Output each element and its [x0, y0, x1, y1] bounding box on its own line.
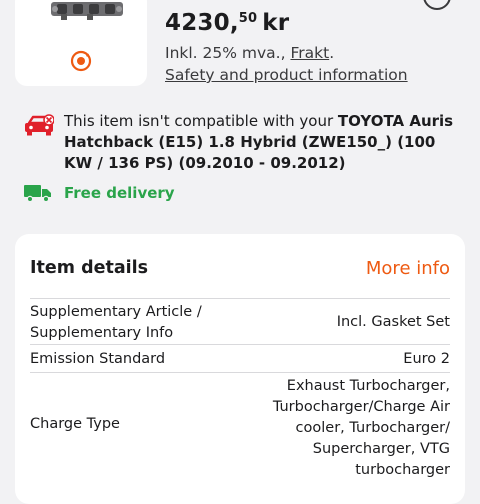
price-currency: kr: [262, 10, 290, 36]
vat-text: Inkl. 25% mva.,: [165, 44, 291, 62]
delivery-truck-icon: [24, 185, 51, 202]
safety-info-link[interactable]: Safety and product information: [165, 66, 408, 84]
detail-row: Supplementary Article / Supplementary In…: [30, 302, 450, 344]
divider: [30, 344, 450, 345]
detail-value: Incl. Gasket Set: [336, 314, 450, 330]
vat-info: Inkl. 25% mva., Frakt.: [165, 44, 334, 62]
more-info-link[interactable]: More info: [366, 258, 450, 279]
compat-vehicle: TOYOTA Auris: [337, 112, 454, 130]
item-details-title: Item details: [30, 258, 149, 278]
incompatible-car-icon: [25, 114, 54, 136]
detail-label: Supplementary Article / Supplementary In…: [30, 304, 202, 341]
compat-vehicle-details: Hatchback (E15) 1.8 Hybrid (ZWE150_) (10…: [64, 133, 436, 172]
vat-suffix: .: [329, 44, 335, 62]
compat-prefix: This item isn't compatible with your: [64, 112, 338, 130]
detail-value: Euro 2: [403, 351, 450, 367]
detail-row: Charge Type Exhaust Turbocharger, Turboc…: [30, 376, 450, 486]
shipping-link[interactable]: Frakt: [290, 44, 329, 62]
detail-value: Exhaust Turbocharger, Turbocharger/Charg…: [272, 378, 450, 478]
detail-label: Charge Type: [30, 416, 120, 432]
divider: [30, 298, 450, 299]
360-view-icon[interactable]: [70, 50, 92, 72]
detail-row: Emission Standard Euro 2: [30, 349, 450, 371]
free-delivery-text: Free delivery: [64, 184, 175, 202]
item-details-card: Item details More info Supplementary Art…: [15, 234, 465, 504]
price-main: 4230,: [165, 10, 239, 36]
product-part-image: [51, 2, 123, 20]
top-icon-button[interactable]: [423, 0, 451, 10]
compatibility-warning: This item isn't compatible with your TOY…: [64, 111, 460, 174]
product-price: 4230,50 kr: [165, 10, 289, 36]
divider: [30, 372, 450, 373]
price-cents: 50: [238, 11, 258, 26]
detail-label: Emission Standard: [30, 351, 166, 367]
product-image-card[interactable]: [15, 0, 147, 86]
